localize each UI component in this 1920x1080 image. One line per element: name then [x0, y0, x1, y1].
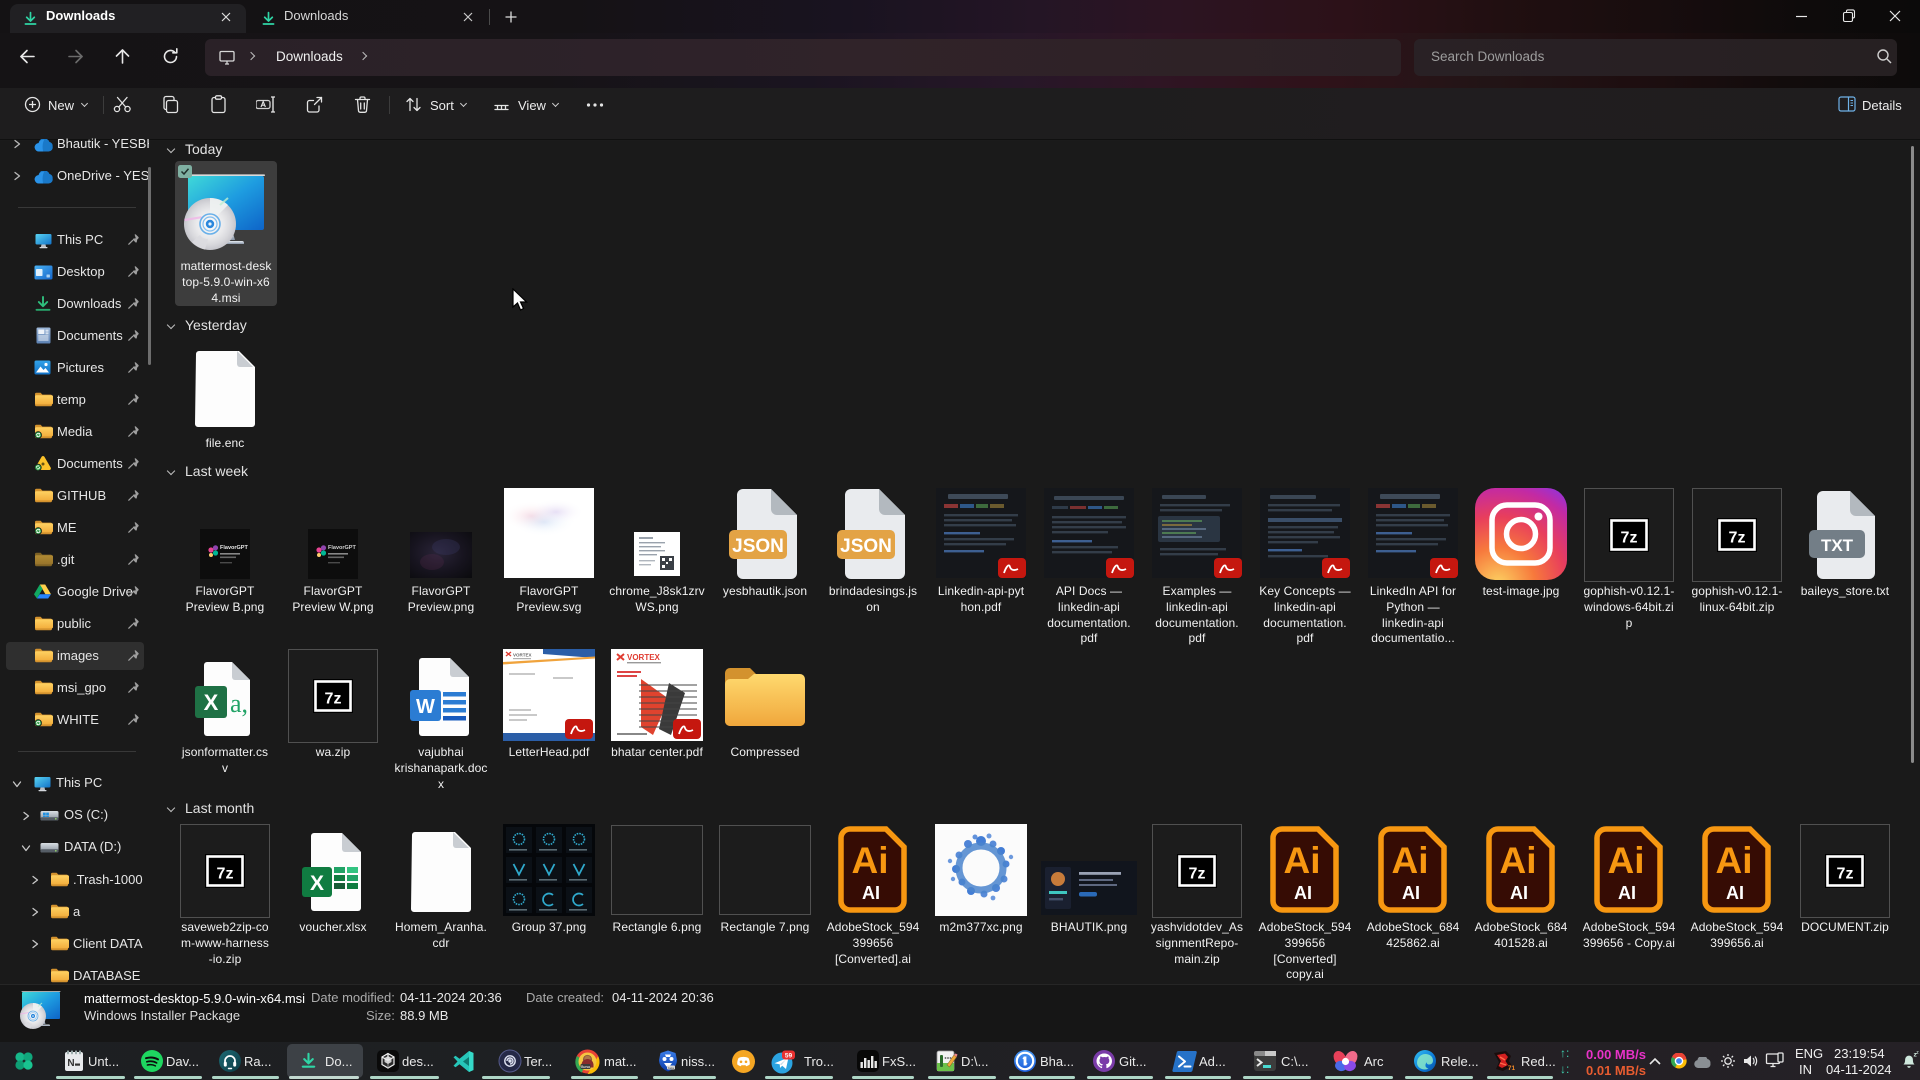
- svg-text:FlavorGPT: FlavorGPT: [220, 545, 248, 551]
- svg-text:TXT: TXT: [1821, 536, 1854, 555]
- svg-text:X: X: [204, 690, 219, 715]
- svg-text:AI: AI: [1294, 883, 1312, 903]
- svg-text:a,: a,: [230, 689, 248, 718]
- svg-text:VORTEX: VORTEX: [513, 653, 532, 658]
- svg-text:AI: AI: [1726, 883, 1744, 903]
- svg-text:W: W: [416, 696, 435, 718]
- svg-text:VORTEX: VORTEX: [627, 653, 661, 662]
- svg-text:Ai: Ai: [1716, 840, 1753, 881]
- svg-text:59: 59: [785, 1053, 793, 1060]
- svg-text:Ai: Ai: [1284, 840, 1321, 881]
- svg-text:JSON: JSON: [732, 536, 784, 557]
- svg-text:X: X: [310, 872, 324, 895]
- svg-text:beta: beta: [668, 1066, 674, 1070]
- svg-text:AI: AI: [1618, 883, 1636, 903]
- svg-text:7z: 7z: [1621, 530, 1638, 547]
- svg-text:Bursa: Bursa: [581, 1065, 590, 1069]
- svg-text:7z: 7z: [325, 691, 342, 708]
- svg-text:AI: AI: [862, 883, 880, 903]
- svg-text:7z: 7z: [1189, 866, 1206, 883]
- svg-text:Ai: Ai: [1392, 840, 1429, 881]
- svg-text:N: N: [67, 1058, 74, 1069]
- svg-text:7z: 7z: [1729, 530, 1746, 547]
- svg-text:7z: 7z: [217, 866, 234, 883]
- svg-text:Ai: Ai: [1500, 840, 1537, 881]
- svg-text:JSON: JSON: [840, 536, 892, 557]
- svg-text:7z: 7z: [1837, 866, 1854, 883]
- svg-text:AI: AI: [1510, 883, 1528, 903]
- svg-text:FlavorGPT: FlavorGPT: [328, 545, 356, 551]
- svg-text:AI: AI: [1402, 883, 1420, 903]
- svg-text:z: z: [1916, 1050, 1919, 1056]
- svg-text:Ai: Ai: [1608, 840, 1645, 881]
- svg-text:71: 71: [1508, 1065, 1516, 1072]
- svg-text:Ai: Ai: [852, 840, 889, 881]
